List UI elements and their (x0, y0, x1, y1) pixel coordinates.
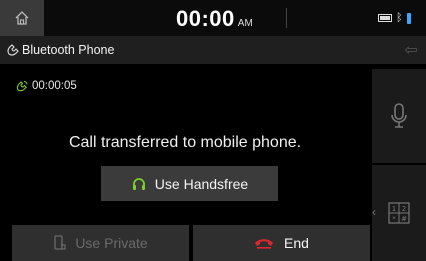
mute-microphone-button[interactable] (372, 69, 426, 163)
back-button[interactable]: ⇦ (396, 36, 426, 64)
home-icon (15, 11, 29, 25)
status-icons: ᛒ (378, 11, 411, 25)
home-button[interactable] (0, 0, 44, 36)
keypad-icon: 1 2 * # (388, 202, 410, 224)
bluetooth-icon: ᛒ (396, 11, 403, 24)
status-divider (286, 8, 287, 28)
active-call-icon (16, 81, 28, 92)
status-bar: 00:00 AM ᛒ (0, 0, 426, 36)
svg-text:*: * (392, 215, 396, 223)
use-private-button[interactable]: Use Private (12, 225, 189, 261)
title-bar: Bluetooth Phone (0, 36, 426, 64)
signal-icon (406, 12, 411, 24)
call-timer-text: 00:00:05 (32, 80, 77, 92)
clock-time: 00:00 (176, 6, 235, 31)
call-panel: 00:00:05 Call transferred to mobile phon… (0, 64, 370, 225)
page-title: Bluetooth Phone (22, 43, 115, 57)
use-private-label: Use Private (75, 235, 148, 251)
svg-text:#: # (401, 215, 407, 223)
microphone-icon (391, 103, 407, 128)
headset-icon (132, 177, 145, 190)
end-call-label: End (284, 235, 309, 251)
svg-text:1: 1 (392, 205, 396, 213)
call-status-message: Call transferred to mobile phone. (68, 134, 302, 151)
end-call-button[interactable]: End (193, 225, 370, 261)
bottom-bar: Use Private End (0, 225, 370, 261)
chevron-left-icon[interactable]: ‹ (372, 205, 376, 219)
clock-ampm: AM (237, 18, 253, 29)
phone-icon (7, 44, 19, 56)
back-icon: ⇦ (404, 42, 418, 59)
use-handsfree-button[interactable]: Use Handsfree (101, 166, 278, 201)
clock: 00:00 AM (176, 6, 276, 32)
use-handsfree-label: Use Handsfree (154, 175, 249, 192)
mobile-phone-icon (54, 235, 66, 250)
call-timer: 00:00:05 (16, 80, 77, 92)
battery-icon (378, 14, 392, 22)
hang-up-icon (255, 239, 274, 249)
svg-text:2: 2 (402, 205, 406, 213)
keypad-button[interactable]: 1 2 * # (372, 165, 426, 261)
